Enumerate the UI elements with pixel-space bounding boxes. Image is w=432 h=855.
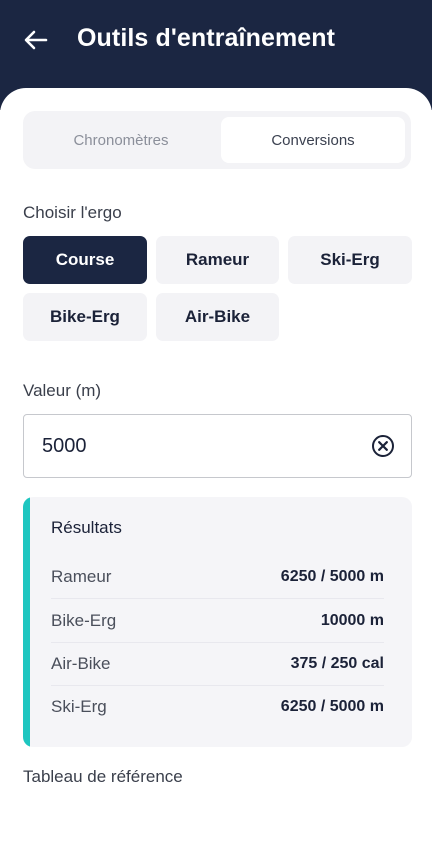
tab-chronometres[interactable]: Chronomètres (29, 117, 213, 163)
ergo-chip-air-bike[interactable]: Air-Bike (156, 293, 279, 341)
value-field-label: Valeur (m) (23, 381, 102, 400)
result-value: 6250 / 5000 m (280, 698, 384, 715)
ergo-chip-bike-erg[interactable]: Bike-Erg (23, 293, 147, 341)
result-value: 375 / 250 cal (290, 654, 384, 672)
value-input-container (23, 414, 412, 478)
arrow-left-icon (24, 30, 48, 50)
tab-conversions[interactable]: Conversions (221, 117, 405, 163)
back-button[interactable] (20, 26, 52, 54)
result-label: Rameur (51, 566, 112, 586)
reference-table-label[interactable]: Tableau de référence (23, 767, 183, 787)
ergo-chip-rameur[interactable]: Rameur (156, 236, 279, 284)
ergo-chip-course[interactable]: Course (23, 236, 147, 284)
result-label: Air-Bike (51, 653, 111, 673)
result-value: 6250 / 5000 m (280, 567, 384, 585)
result-label: Bike-Erg (51, 610, 117, 630)
result-row: Rameur 6250 / 5000 m (51, 555, 384, 599)
results-card: Résultats Rameur 6250 / 5000 m Bike-Erg … (23, 497, 412, 747)
result-row: Ski-Erg 6250 / 5000 m (51, 685, 384, 729)
result-row: Air-Bike 375 / 250 cal (51, 642, 384, 686)
ergo-chip-ski-erg[interactable]: Ski-Erg (288, 236, 412, 284)
mode-tabs: Chronomètres Conversions (23, 111, 411, 169)
clear-value-button[interactable] (371, 434, 395, 458)
result-row: Bike-Erg 10000 m (51, 599, 384, 643)
value-input[interactable] (42, 415, 362, 477)
clear-circle-icon (372, 435, 394, 457)
page-title: Outils d'entraînement (77, 24, 336, 52)
results-accent-bar (23, 497, 30, 747)
result-value: 10000 m (320, 611, 384, 629)
results-title: Résultats (51, 518, 122, 537)
result-label: Ski-Erg (51, 697, 107, 716)
ergo-section-label: Choisir l'ergo (23, 203, 122, 222)
